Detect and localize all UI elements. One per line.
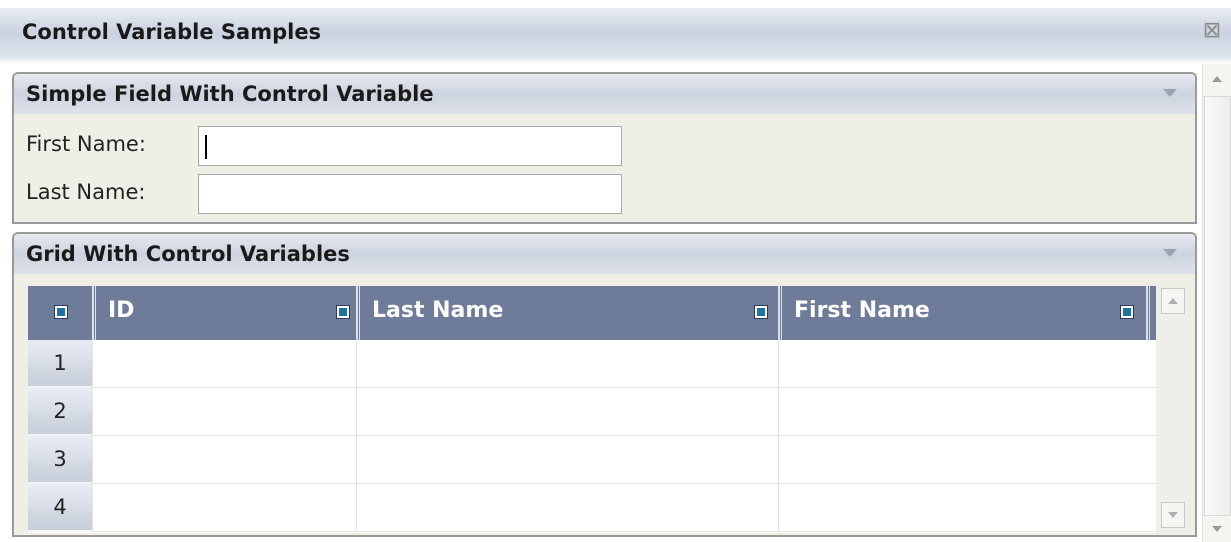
- arrow-down-icon: [1168, 512, 1178, 518]
- cell-id[interactable]: [92, 388, 356, 436]
- table-row[interactable]: 4: [28, 484, 1156, 532]
- cell-last-name[interactable]: [356, 436, 778, 484]
- column-header-id-label: ID: [108, 298, 135, 323]
- cell-id[interactable]: [92, 484, 356, 532]
- grid-body: 1 2 3 4: [28, 340, 1156, 533]
- column-header-first-name-label: First Name: [794, 298, 930, 323]
- grid-vertical-scrollbar[interactable]: [1159, 286, 1187, 531]
- collapse-triangle-icon[interactable]: [1163, 249, 1177, 257]
- column-header-last-name[interactable]: Last Name: [360, 286, 780, 340]
- window-title: Control Variable Samples: [22, 20, 322, 44]
- cell-last-name[interactable]: [356, 388, 778, 436]
- collapse-triangle-icon[interactable]: [1163, 89, 1177, 97]
- content-frame: Simple Field With Control Variable First…: [10, 64, 1202, 542]
- column-select-icon[interactable]: [1120, 305, 1134, 319]
- table-row[interactable]: 2: [28, 388, 1156, 436]
- arrow-up-icon: [1168, 298, 1178, 304]
- table-row[interactable]: 1: [28, 340, 1156, 388]
- simple-field-panel-header[interactable]: Simple Field With Control Variable: [14, 74, 1195, 114]
- last-name-input[interactable]: [198, 174, 622, 214]
- simple-field-panel: Simple Field With Control Variable First…: [12, 72, 1197, 224]
- cell-last-name[interactable]: [356, 340, 778, 388]
- window-titlebar: Control Variable Samples ⊠: [0, 0, 1231, 64]
- cell-last-name[interactable]: [356, 484, 778, 532]
- cell-id[interactable]: [92, 436, 356, 484]
- page-vertical-scrollbar[interactable]: [1202, 64, 1231, 542]
- row-number[interactable]: 3: [28, 436, 92, 484]
- row-number[interactable]: 1: [28, 340, 92, 388]
- cell-id[interactable]: [92, 340, 356, 388]
- grid-header-row: ID Last Name First Name: [28, 286, 1156, 340]
- column-select-icon[interactable]: [754, 305, 768, 319]
- cell-first-name[interactable]: [778, 484, 1146, 532]
- row-number[interactable]: 2: [28, 388, 92, 436]
- grid-scroll-up-button[interactable]: [1161, 288, 1185, 314]
- last-name-label: Last Name:: [26, 180, 146, 204]
- cell-first-name[interactable]: [778, 436, 1146, 484]
- column-header-first-name[interactable]: First Name: [782, 286, 1146, 340]
- table-row[interactable]: 3: [28, 436, 1156, 484]
- grid-panel-header[interactable]: Grid With Control Variables: [14, 234, 1195, 274]
- scroll-down-icon[interactable]: [1212, 526, 1222, 532]
- column-header-last-name-label: Last Name: [372, 298, 504, 323]
- grid-panel: Grid With Control Variables ID Last Name…: [12, 232, 1197, 537]
- first-name-input[interactable]: [198, 126, 622, 166]
- cell-first-name[interactable]: [778, 388, 1146, 436]
- grid-panel-title: Grid With Control Variables: [26, 242, 350, 266]
- column-select-icon[interactable]: [336, 305, 350, 319]
- scroll-thumb[interactable]: [1204, 96, 1231, 516]
- grid-scroll-down-button[interactable]: [1161, 502, 1185, 528]
- close-icon[interactable]: ⊠: [1201, 20, 1223, 42]
- grid-select-all-cell[interactable]: [28, 286, 90, 340]
- select-all-icon[interactable]: [54, 305, 68, 319]
- row-number[interactable]: 4: [28, 484, 92, 532]
- column-header-id[interactable]: ID: [96, 286, 358, 340]
- scroll-up-icon[interactable]: [1212, 76, 1222, 82]
- text-caret: [205, 135, 207, 159]
- first-name-label: First Name:: [26, 132, 146, 156]
- cell-first-name[interactable]: [778, 340, 1146, 388]
- simple-field-panel-title: Simple Field With Control Variable: [26, 82, 434, 106]
- column-separator[interactable]: [1146, 286, 1150, 340]
